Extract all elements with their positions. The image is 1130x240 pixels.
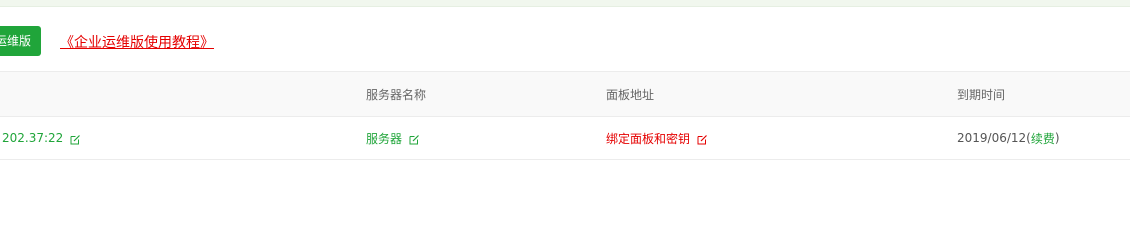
table-header: 服务器名称 面板地址 到期时间 bbox=[0, 71, 1130, 117]
header-server-name: 服务器名称 bbox=[366, 87, 427, 102]
expiry-close-paren: ) bbox=[1054, 131, 1060, 145]
edit-icon[interactable] bbox=[70, 134, 81, 145]
ip-address[interactable]: 202.37:22 bbox=[2, 131, 63, 145]
ops-edition-button[interactable]: 运维版 bbox=[0, 26, 41, 56]
table-row: 202.37:22 服务器 绑定面板和密钥 2019/06/12(续费) bbox=[0, 117, 1130, 160]
server-name[interactable]: 服务器 bbox=[366, 130, 402, 147]
toolbar: 运维版 《企业运维版使用教程》 bbox=[0, 26, 1130, 56]
server-table: 服务器名称 面板地址 到期时间 202.37:22 服务器 绑定面板和密钥 20… bbox=[0, 71, 1130, 160]
renew-link[interactable]: 续费 bbox=[1031, 130, 1055, 147]
expiry-cell: 2019/06/12( 续费 ) bbox=[957, 117, 1060, 159]
bind-panel-link[interactable]: 绑定面板和密钥 bbox=[606, 130, 690, 147]
edit-icon[interactable] bbox=[409, 134, 420, 145]
edit-icon[interactable] bbox=[697, 134, 708, 145]
tutorial-link[interactable]: 《企业运维版使用教程》 bbox=[60, 32, 214, 52]
header-panel-address: 面板地址 bbox=[606, 87, 655, 102]
expiry-date: 2019/06/12( bbox=[957, 131, 1031, 145]
ip-cell: 202.37:22 bbox=[2, 117, 81, 159]
server-name-cell: 服务器 bbox=[366, 117, 420, 159]
top-strip bbox=[0, 0, 1130, 7]
panel-address-cell: 绑定面板和密钥 bbox=[606, 117, 708, 159]
header-expiry: 到期时间 bbox=[957, 87, 1006, 102]
